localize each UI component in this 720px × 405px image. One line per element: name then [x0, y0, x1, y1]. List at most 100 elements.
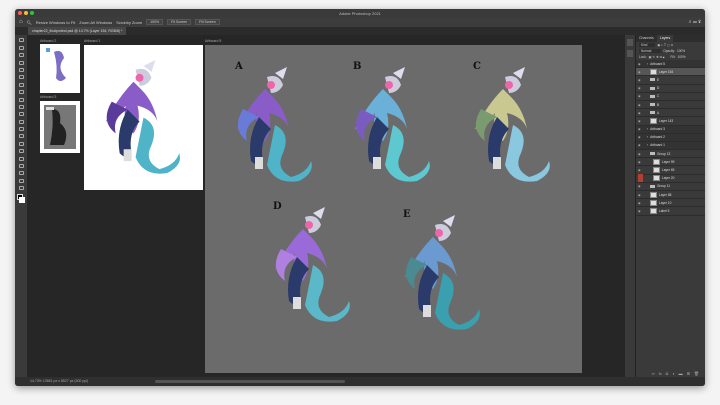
link-icon[interactable]: ∞ [652, 371, 655, 376]
crop-tool-icon[interactable] [18, 67, 24, 72]
eraser-tool-icon[interactable] [18, 119, 24, 124]
path-select-icon[interactable] [18, 164, 24, 169]
eyedropper-tool-icon[interactable] [18, 82, 24, 87]
home-icon[interactable]: ⌂ [19, 19, 23, 25]
artboard-2[interactable] [40, 44, 80, 93]
marquee-tool-icon[interactable] [18, 45, 24, 50]
visibility-eye-icon[interactable]: ◉ [638, 209, 643, 213]
visibility-eye-icon[interactable]: ◉ [638, 160, 643, 164]
layer-row[interactable]: Layer 20 [636, 174, 705, 183]
dodge-tool-icon[interactable] [18, 141, 24, 146]
layer-row[interactable]: ◉ › Artboard 2 [636, 133, 705, 142]
visibility-eye-icon[interactable]: ◉ [638, 103, 643, 107]
shape-tool-icon[interactable] [18, 171, 24, 176]
fx-icon[interactable]: fx [659, 371, 662, 376]
healing-tool-icon[interactable] [18, 90, 24, 95]
visibility-eye-icon[interactable]: ◉ [638, 94, 643, 98]
tab-layers[interactable]: Layers [656, 35, 674, 42]
layer-row[interactable]: ◉ Layer 154 [636, 68, 705, 77]
layer-row[interactable]: ◉ Layer 65 [636, 166, 705, 175]
layer-row[interactable]: ◉ Group 13 [636, 150, 705, 159]
visibility-eye-icon[interactable]: ◉ [638, 143, 643, 147]
visibility-eye-icon[interactable]: ◉ [638, 70, 643, 74]
artboard-label[interactable]: Artboard 5 [205, 39, 221, 43]
resize-windows-checkbox[interactable]: Resize Windows to Fit [36, 20, 76, 25]
canvas-area[interactable]: Artboard 2 Artboard 3 Artboard 1 Artboar… [27, 35, 625, 377]
artboard-label[interactable]: Artboard 2 [40, 39, 56, 43]
lasso-tool-icon[interactable] [18, 53, 24, 58]
visibility-eye-icon[interactable]: ◉ [638, 193, 643, 197]
layer-row[interactable]: ◉ Group 11 [636, 183, 705, 191]
mask-icon[interactable]: ◘ [666, 371, 668, 376]
visibility-eye-icon[interactable]: ◉ [638, 119, 643, 123]
visibility-eye-icon[interactable]: ◉ [638, 135, 643, 139]
layer-row[interactable]: ◉ D [636, 85, 705, 93]
artboard-3[interactable] [40, 101, 80, 153]
gradient-tool-icon[interactable] [18, 127, 24, 132]
search-icon[interactable]: ⌕ ▭ ⇪ [689, 19, 701, 25]
visibility-eye-icon[interactable]: ◉ [638, 152, 643, 156]
layer-row[interactable]: ◉ › Artboard 3 [636, 125, 705, 134]
layer-row[interactable]: ◉ Layer 88 [636, 191, 705, 200]
visibility-eye-icon[interactable]: ◉ [638, 127, 643, 131]
new-group-icon[interactable]: ▬ [679, 371, 683, 376]
select-tool-icon[interactable] [18, 60, 24, 65]
kind-filter[interactable]: Kind [639, 43, 656, 47]
type-tool-icon[interactable] [18, 156, 24, 161]
tab-channels[interactable]: Channels [636, 35, 657, 42]
layer-row[interactable]: ◉ › Artboard 5 [636, 60, 705, 69]
lock-icons[interactable]: ▦ ✎ ✥ ⧉ 🔒︎ [649, 55, 665, 59]
fill-screen-button[interactable]: Fill Screen [195, 19, 220, 25]
pen-tool-icon[interactable] [18, 149, 24, 154]
adjustments-icon[interactable] [627, 50, 633, 57]
properties-icon[interactable] [627, 39, 633, 46]
opacity-field[interactable]: 100% [677, 49, 685, 53]
document-tab[interactable]: chapter22_finalprotect.psd @ 14.7% (Laye… [28, 27, 127, 35]
zoom-all-checkbox[interactable]: Zoom All Windows [79, 20, 112, 25]
stamp-tool-icon[interactable] [18, 104, 24, 109]
layer-row[interactable]: ◉ E [636, 76, 705, 85]
history-brush-icon[interactable] [18, 112, 24, 117]
zoom-100-button[interactable]: 100% [146, 19, 164, 25]
zoom-tool-icon[interactable] [18, 186, 24, 191]
filter-icons[interactable]: ▣ ◐ T ▢ ⊡ [657, 43, 673, 47]
layer-row[interactable]: ◉ C [636, 93, 705, 101]
visibility-eye-icon[interactable]: ◉ [638, 111, 643, 115]
blend-mode-select[interactable]: Normal [639, 49, 662, 53]
layer-row[interactable]: ◉ Layer 143 [636, 117, 705, 126]
horizontal-scrollbar[interactable] [155, 380, 345, 383]
layer-row[interactable]: ◉ Layer 99 [636, 158, 705, 167]
visibility-eye-icon[interactable]: ◉ [638, 201, 643, 205]
layer-row[interactable]: ◉ A [636, 109, 705, 118]
color-swatches[interactable] [15, 194, 27, 206]
layer-row[interactable]: ◉ B [636, 101, 705, 110]
trash-icon[interactable]: 🗑︎ [694, 371, 699, 376]
scrubby-zoom-checkbox[interactable]: Scrubby Zoom [116, 20, 142, 25]
visibility-eye-icon[interactable]: ◉ [638, 62, 643, 66]
frame-tool-icon[interactable] [18, 75, 24, 80]
artboard-5[interactable]: A B C D E [205, 45, 582, 373]
blur-tool-icon[interactable] [18, 134, 24, 139]
variant-label: C [473, 61, 481, 72]
character-variant: C [453, 55, 563, 195]
fill-field[interactable]: 100% [677, 55, 685, 59]
visibility-eye-icon[interactable] [638, 174, 643, 183]
adjustment-icon[interactable]: ◑ [672, 371, 674, 376]
layer-row[interactable]: ◉ Layer 10 [636, 199, 705, 208]
hand-tool-icon[interactable] [18, 178, 24, 183]
zoom-icon[interactable]: 🔍︎ [27, 20, 32, 25]
visibility-eye-icon[interactable]: ◉ [638, 168, 643, 172]
visibility-eye-icon[interactable]: ◉ [638, 78, 643, 82]
folder-icon [650, 78, 655, 82]
artboard-1[interactable] [84, 45, 203, 190]
artboard-label[interactable]: Artboard 3 [40, 95, 56, 99]
move-tool-icon[interactable] [18, 38, 24, 43]
visibility-eye-icon[interactable]: ◉ [638, 86, 643, 90]
new-layer-icon[interactable]: ⊞ [687, 371, 690, 376]
fit-screen-button[interactable]: Fit Screen [167, 19, 192, 25]
artboard-label[interactable]: Artboard 1 [84, 39, 100, 43]
layer-row[interactable]: ◉ › Artboard 1 [636, 141, 705, 151]
brush-tool-icon[interactable] [18, 97, 24, 102]
visibility-eye-icon[interactable]: ◉ [638, 184, 643, 188]
layer-row[interactable]: ◉ Label 5 [636, 207, 705, 216]
